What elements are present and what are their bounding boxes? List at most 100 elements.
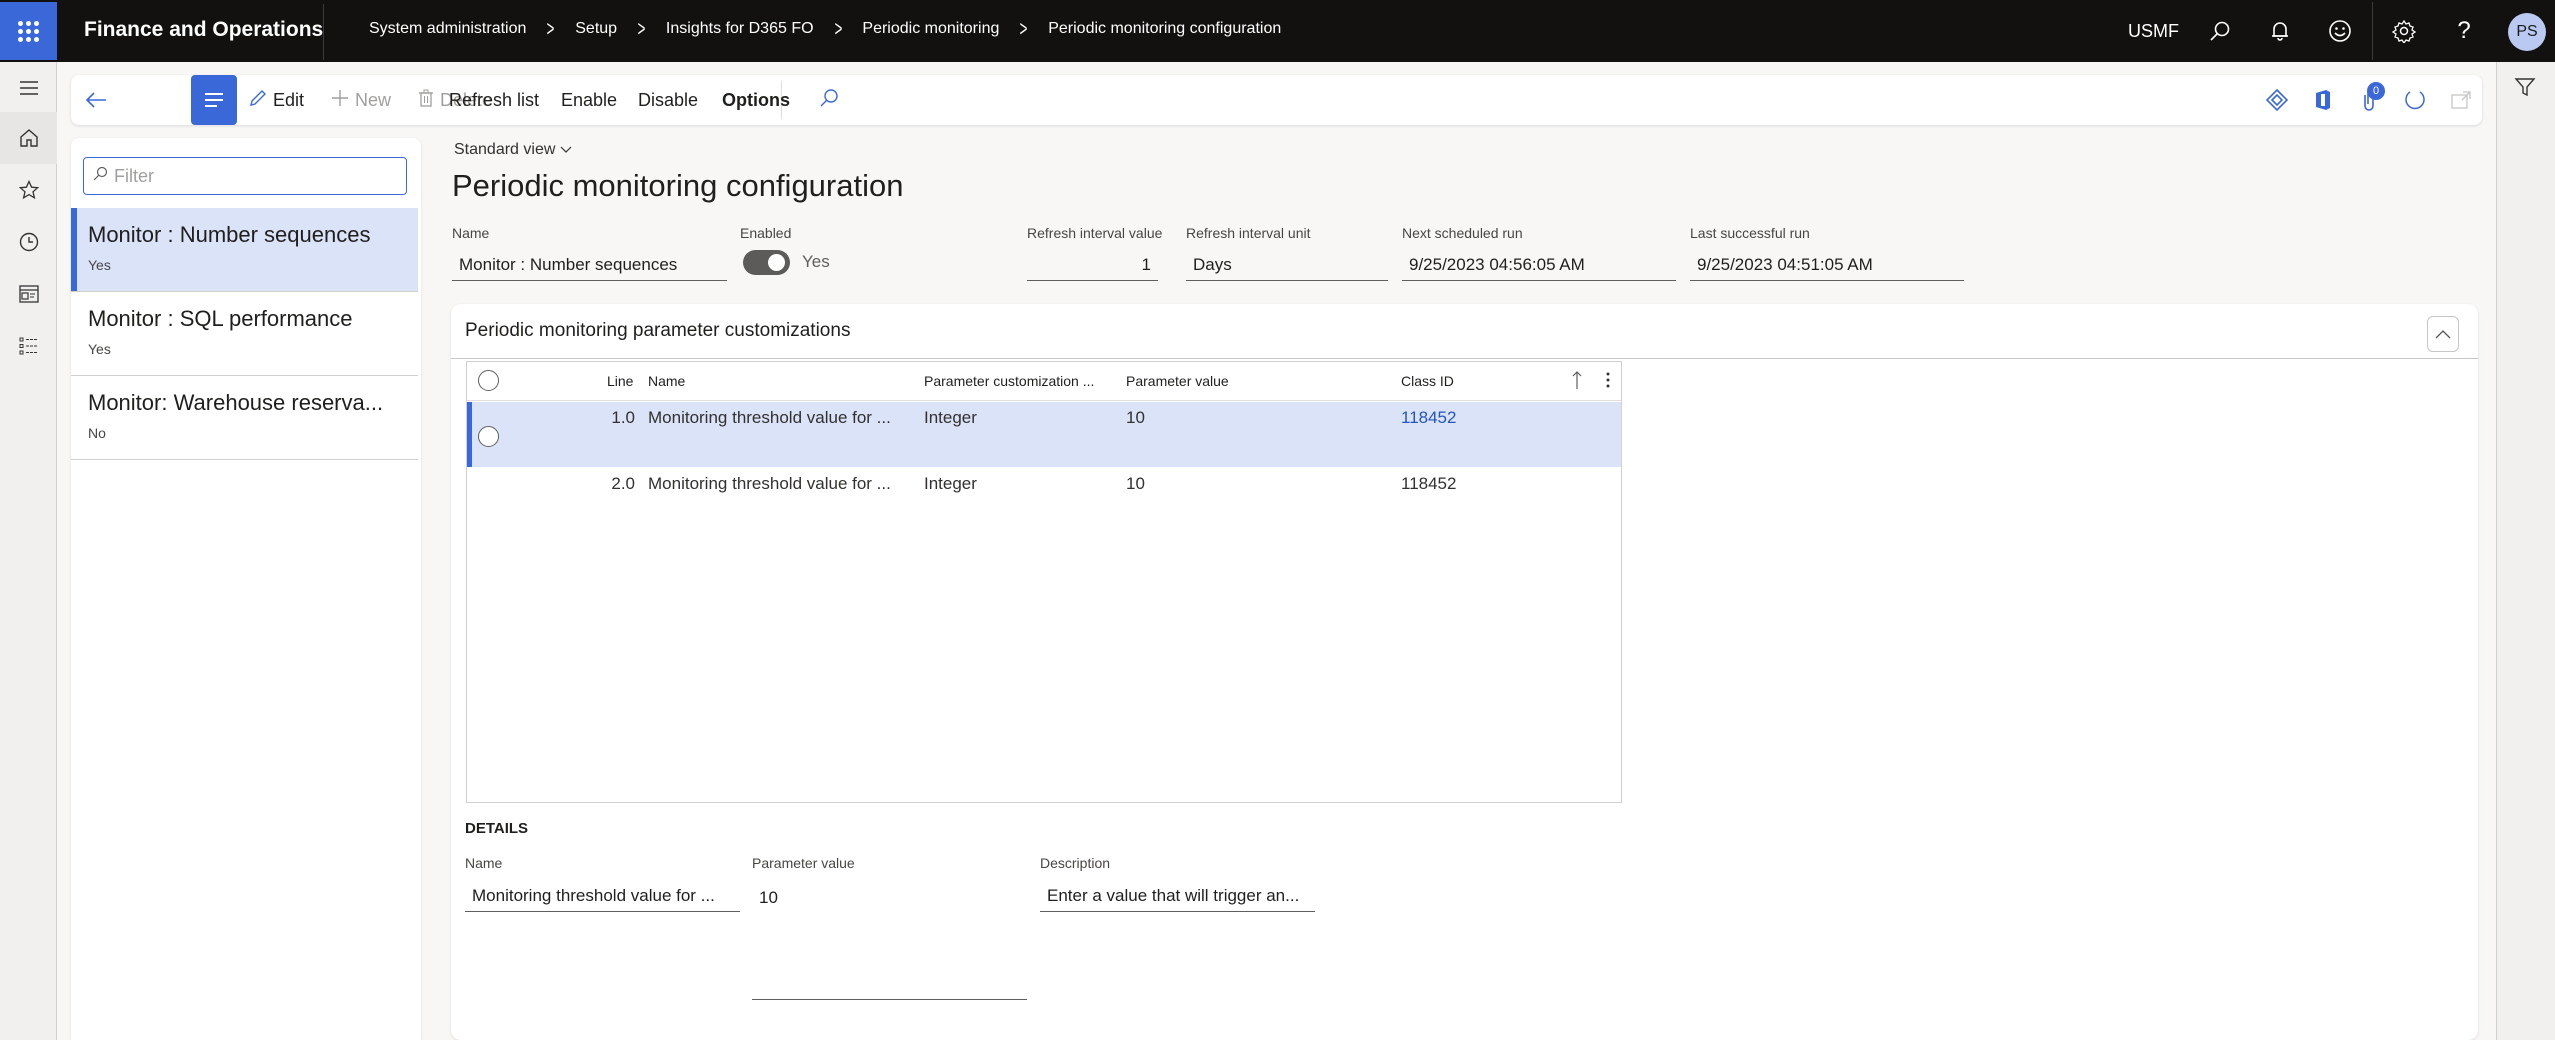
action-pane: Edit New Delete Refresh list Enable Disa…: [71, 75, 2482, 125]
search-actions-button[interactable]: [819, 75, 839, 125]
column-header-class-id[interactable]: Class ID: [1401, 373, 1454, 389]
interval-unit-field[interactable]: Days: [1186, 249, 1388, 281]
home-icon[interactable]: [0, 112, 57, 164]
sort-ascending-icon[interactable]: [1572, 370, 1582, 395]
gear-icon[interactable]: [2390, 17, 2418, 45]
star-icon[interactable]: [0, 164, 57, 216]
enable-button[interactable]: Enable: [561, 75, 617, 125]
details-desc-field[interactable]: Enter a value that will trigger an...: [1040, 880, 1315, 912]
edit-label: Edit: [273, 89, 305, 110]
record-list-pane: Monitor : Number sequences Yes Monitor :…: [71, 138, 421, 1040]
fasttab-title[interactable]: Periodic monitoring parameter customizat…: [465, 320, 850, 342]
refresh-list-button[interactable]: Refresh list: [449, 75, 539, 125]
next-run-label: Next scheduled run: [1402, 225, 1523, 241]
column-header-value[interactable]: Parameter value: [1126, 373, 1229, 389]
table-row[interactable]: 2.0 Monitoring threshold value for ... I…: [467, 467, 1621, 532]
list-item-title: Monitor: Warehouse reserva...: [88, 390, 384, 415]
enable-label: Enable: [561, 89, 618, 110]
name-field[interactable]: Monitor : Number sequences: [452, 249, 727, 281]
edit-button[interactable]: Edit: [249, 75, 304, 125]
new-button[interactable]: New: [331, 75, 391, 125]
list-item[interactable]: Monitor : SQL performance Yes: [71, 292, 418, 376]
modules-list-icon[interactable]: [0, 320, 57, 372]
clock-icon[interactable]: [0, 216, 57, 268]
more-options-icon[interactable]: [1605, 370, 1611, 395]
plus-icon: [331, 89, 349, 112]
refresh-icon[interactable]: [2403, 88, 2427, 112]
column-header-name[interactable]: Name: [648, 373, 685, 389]
chevron-down-icon: [560, 141, 572, 158]
details-desc-label: Description: [1040, 855, 1111, 871]
company-picker[interactable]: USMF: [2128, 21, 2179, 42]
breadcrumb-item[interactable]: Insights for D365 FO: [666, 20, 814, 38]
bell-icon[interactable]: [2266, 17, 2294, 45]
right-pane: [2496, 62, 2555, 1040]
last-run-label: Last successful run: [1690, 225, 1810, 241]
chevron-right-icon: >: [637, 16, 646, 41]
app-launcher-button[interactable]: [0, 2, 57, 60]
list-toggle-button[interactable]: [191, 75, 237, 125]
waffle-icon: [18, 20, 39, 42]
cell-name[interactable]: Monitoring threshold value for ...: [648, 408, 891, 428]
breadcrumb-item[interactable]: Setup: [575, 20, 617, 38]
view-selector[interactable]: Standard view: [454, 141, 572, 159]
table-row[interactable]: 1.0 Monitoring threshold value for ... I…: [467, 402, 1621, 467]
parameters-grid: Line Name Parameter customization ... Pa…: [466, 361, 1622, 803]
hamburger-icon[interactable]: [0, 62, 57, 114]
filter-input-wrapper: [83, 157, 407, 195]
list-item[interactable]: Monitor : Number sequences Yes: [71, 208, 418, 292]
nav-rail: [0, 62, 57, 1040]
interval-value-label: Refresh interval value: [1027, 225, 1163, 241]
next-run-field[interactable]: 9/25/2023 04:56:05 AM: [1402, 249, 1676, 281]
options-tab[interactable]: Options: [722, 75, 790, 125]
cell-type[interactable]: Integer: [924, 474, 977, 494]
column-header-line[interactable]: Line: [607, 373, 633, 389]
workspace-icon[interactable]: [0, 268, 57, 320]
details-name-field[interactable]: Monitoring threshold value for ...: [465, 880, 740, 912]
details-param-label: Parameter value: [752, 855, 855, 871]
filter-icon[interactable]: [2514, 76, 2536, 103]
collapse-button[interactable]: [2427, 316, 2459, 352]
breadcrumb: System administration > Setup > Insights…: [369, 16, 1282, 41]
page-title: Periodic monitoring configuration: [452, 168, 904, 203]
office-icon[interactable]: [2311, 88, 2335, 112]
filter-input[interactable]: [114, 165, 394, 187]
cell-line: 1.0: [611, 408, 635, 427]
chevron-right-icon: >: [834, 16, 842, 41]
cell-value[interactable]: 10: [1126, 408, 1145, 428]
cell-class-id[interactable]: 118452: [1401, 474, 1456, 494]
smiley-icon[interactable]: [2326, 17, 2354, 45]
cell-name[interactable]: Monitoring threshold value for ...: [648, 474, 891, 494]
breadcrumb-item-current: Periodic monitoring configuration: [1048, 20, 1282, 37]
select-all-radio[interactable]: [478, 370, 499, 391]
cell-line: 2.0: [611, 474, 635, 493]
refresh-list-label: Refresh list: [449, 89, 540, 110]
list-item-enabled: No: [88, 425, 106, 441]
app-title[interactable]: Finance and Operations: [84, 18, 323, 42]
breadcrumb-item[interactable]: Periodic monitoring: [862, 20, 999, 38]
avatar[interactable]: PS: [2508, 13, 2546, 51]
power-apps-icon[interactable]: [2265, 88, 2289, 112]
grid-header: Line Name Parameter customization ... Pa…: [467, 362, 1621, 401]
help-icon[interactable]: ?: [2450, 17, 2478, 45]
enabled-value: Yes: [802, 252, 830, 271]
interval-value-field[interactable]: 1: [1027, 249, 1158, 281]
search-icon[interactable]: [2206, 17, 2234, 45]
disable-button[interactable]: Disable: [638, 75, 698, 125]
cell-type[interactable]: Integer: [924, 408, 977, 428]
column-header-type[interactable]: Parameter customization ...: [924, 373, 1094, 389]
open-in-new-window-icon[interactable]: [2449, 88, 2473, 112]
row-select-radio[interactable]: [478, 426, 499, 447]
breadcrumb-item[interactable]: System administration: [369, 20, 526, 38]
cell-class-id-link[interactable]: 118452: [1401, 408, 1456, 428]
last-run-field[interactable]: 9/25/2023 04:51:05 AM: [1690, 249, 1964, 281]
enabled-label: Enabled: [740, 225, 792, 241]
disable-label: Disable: [638, 89, 699, 110]
name-label: Name: [452, 225, 490, 241]
enabled-toggle[interactable]: [743, 250, 790, 275]
details-param-textarea[interactable]: 10: [752, 882, 1027, 1000]
back-button[interactable]: [85, 75, 107, 125]
chevron-right-icon: >: [546, 16, 555, 41]
list-item[interactable]: Monitor: Warehouse reserva... No: [71, 376, 418, 460]
cell-value[interactable]: 10: [1126, 474, 1145, 494]
